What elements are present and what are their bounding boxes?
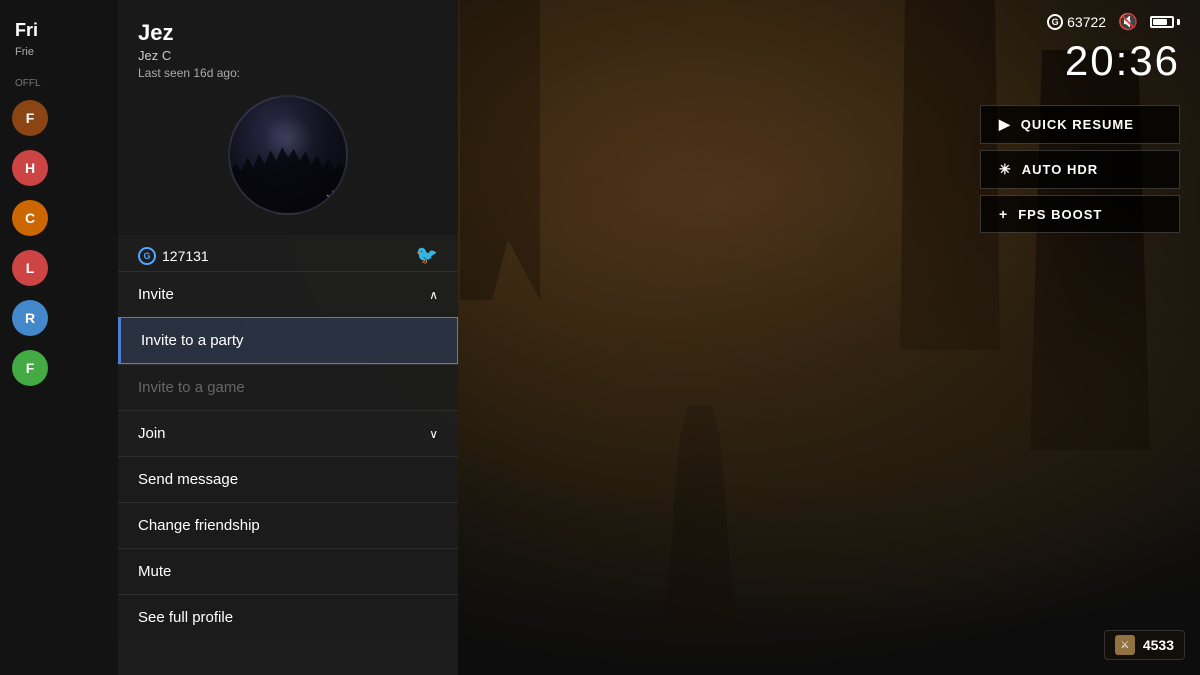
sidebar-friends-list: F H C L R F: [0, 94, 120, 392]
profile-stats-row: G 127131 🐦: [118, 235, 458, 271]
mute-icon: 🔇: [1118, 12, 1138, 32]
profile-lastseen: Last seen 16d ago:: [138, 66, 438, 80]
friend-avatar: F: [12, 100, 48, 136]
friend-avatar-image: H: [12, 150, 48, 186]
chevron-down-icon: ∨: [429, 427, 438, 441]
see-full-profile-item[interactable]: See full profile: [118, 595, 458, 640]
score-value: 4533: [1143, 637, 1174, 653]
friend-avatar: H: [12, 150, 48, 186]
friend-avatar-image: C: [12, 200, 48, 236]
invite-to-party-label: Invite to a party: [141, 332, 244, 349]
send-message-section: Send message: [118, 456, 458, 502]
fps-icon: +: [999, 206, 1008, 222]
hdr-icon: ✳: [999, 161, 1012, 178]
gamerscore-circle-icon: G: [138, 247, 156, 265]
join-label: Join: [138, 425, 166, 442]
change-friendship-label: Change friendship: [138, 517, 260, 534]
friend-avatar-image: L: [12, 250, 48, 286]
hud-gamerscore: G 63722: [1047, 14, 1106, 30]
profile-gamertag: Jez C: [138, 48, 438, 63]
top-hud: G 63722 🔇 20:36: [1027, 0, 1200, 94]
hud-time: 20:36: [1065, 40, 1180, 82]
play-icon: ▶: [999, 116, 1011, 133]
battery-indicator: [1150, 16, 1180, 28]
mute-item[interactable]: Mute: [118, 549, 458, 594]
quick-resume-label: QUICK RESUME: [1021, 117, 1134, 132]
sidebar-offline-section: Offl: [0, 73, 120, 94]
profile-name: Jez: [138, 20, 438, 46]
profile-gamerscore: G 127131: [138, 247, 209, 265]
friend-avatar-image: F: [12, 350, 48, 386]
sidebar-friend-item[interactable]: F: [0, 94, 120, 142]
invite-to-party-item[interactable]: Invite to a party: [118, 317, 458, 364]
auto-hdr-label: AUTO HDR: [1022, 162, 1098, 177]
sidebar-friend-item[interactable]: C: [0, 194, 120, 242]
send-message-item[interactable]: Send message: [118, 457, 458, 502]
invite-header[interactable]: Invite ∧: [118, 272, 458, 317]
mute-label: Mute: [138, 563, 171, 580]
sidebar-friend-item[interactable]: F: [0, 344, 120, 392]
score-icon: ⚔: [1115, 635, 1135, 655]
send-message-label: Send message: [138, 471, 238, 488]
sidebar-friend-item[interactable]: H: [0, 144, 120, 192]
join-header[interactable]: Join ∨: [118, 411, 458, 456]
friend-avatar: F: [12, 350, 48, 386]
sidebar-friend-item[interactable]: R: [0, 294, 120, 342]
action-buttons: ▶ QUICK RESUME ✳ AUTO HDR + FPS BOOST: [980, 105, 1180, 233]
invite-label: Invite: [138, 286, 174, 303]
fps-boost-label: FPS BOOST: [1018, 207, 1102, 222]
see-full-profile-label: See full profile: [138, 609, 233, 626]
chevron-up-icon: ∧: [429, 288, 438, 302]
join-section: Join ∨: [118, 410, 458, 456]
profile-avatar: ☆: [228, 95, 348, 215]
profile-header: Jez Jez C Last seen 16d ago: ☆: [118, 0, 458, 235]
invite-to-game-item[interactable]: Invite to a game: [118, 365, 458, 410]
auto-hdr-button[interactable]: ✳ AUTO HDR: [980, 150, 1180, 189]
quick-resume-button[interactable]: ▶ QUICK RESUME: [980, 105, 1180, 144]
friend-avatar: R: [12, 300, 48, 336]
sidebar-friend-item[interactable]: L: [0, 244, 120, 292]
battery-tip: [1177, 19, 1180, 25]
friend-avatar: C: [12, 200, 48, 236]
invite-section: Invite ∧ Invite to a party Invite to a g…: [118, 271, 458, 410]
twitter-icon[interactable]: 🐦: [416, 245, 438, 266]
battery-fill: [1153, 19, 1167, 25]
gamerscore-icon: G: [1047, 14, 1063, 30]
profile-gamerscore-value: 127131: [162, 248, 209, 264]
profile-avatar-container: ☆: [138, 95, 438, 215]
friend-avatar-image: R: [12, 300, 48, 336]
friend-avatar: L: [12, 250, 48, 286]
battery-body: [1150, 16, 1174, 28]
sidebar-title: Fri: [0, 20, 120, 46]
invite-to-game-label: Invite to a game: [138, 379, 245, 396]
avatar-star-icon: ☆: [325, 187, 341, 208]
sidebar-subtitle: Frie: [0, 46, 120, 73]
fps-boost-button[interactable]: + FPS BOOST: [980, 195, 1180, 233]
profile-popup: Jez Jez C Last seen 16d ago: ☆ G 127131 …: [118, 0, 458, 675]
mute-section: Mute: [118, 548, 458, 594]
hud-gamerscore-value: 63722: [1067, 14, 1106, 30]
hud-status-row: G 63722 🔇: [1047, 12, 1180, 32]
change-friendship-section: Change friendship: [118, 502, 458, 548]
see-full-profile-section: See full profile: [118, 594, 458, 640]
left-sidebar: Fri Frie Offl F H C L R: [0, 0, 120, 675]
change-friendship-item[interactable]: Change friendship: [118, 503, 458, 548]
score-badge: ⚔ 4533: [1104, 630, 1185, 660]
friend-avatar-image: F: [12, 100, 48, 136]
